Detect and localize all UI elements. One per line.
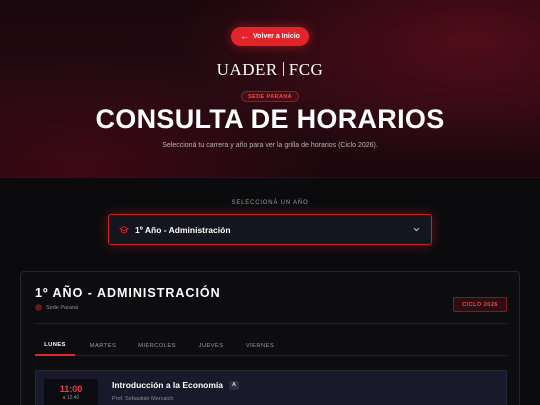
page-subtitle: Seleccioná tu carrera y año para ver la … [162, 142, 378, 149]
ciclo-badge: CICLO 2026 [453, 297, 507, 312]
panel-divider [35, 323, 507, 324]
tab-martes[interactable]: MARTES [83, 335, 123, 356]
panel-sede-label: Sede Paraná [46, 304, 79, 311]
tab-viernes[interactable]: VIERNES [239, 335, 281, 356]
logo-fcg: FCG [288, 60, 324, 79]
uader-fcg-logo: UADER FCG [0, 60, 540, 80]
sede-badge: Sede Paraná [241, 91, 299, 102]
logo-separator [282, 62, 284, 76]
class-professor: Prof. Sebastián Mercaich [112, 396, 174, 402]
back-to-home-button[interactable]: ← Volver a Inicio [231, 27, 309, 46]
class-card[interactable]: 11:00 a 12:40 Introducción a la Economía… [35, 370, 507, 405]
panel-title: 1º AÑO - ADMINISTRACIÓN [35, 286, 221, 300]
hero-header: ← Volver a Inicio UADER FCG Sede Paraná C… [0, 0, 540, 178]
year-select[interactable]: 1º Año - Administración [108, 214, 432, 245]
class-end-time: a 12:40 [62, 395, 80, 401]
panel-sede: Sede Paraná [35, 304, 78, 311]
location-pin-icon [35, 304, 42, 311]
back-button-label: Volver a Inicio [253, 33, 300, 40]
class-name: Introducción a la Economía A [112, 380, 239, 390]
arrow-left-icon: ← [240, 31, 250, 41]
class-start-time: 11:00 [59, 384, 83, 394]
tab-miercoles[interactable]: MIÉRCOLES [131, 335, 183, 356]
comision-badge: A [229, 380, 239, 390]
graduation-cap-icon [119, 225, 129, 233]
day-tabs: LUNES MARTES MIÉRCOLES JUEVES VIERNES [35, 335, 507, 356]
sede-badge-label: Sede Paraná [247, 93, 293, 100]
tab-jueves[interactable]: JUEVES [193, 335, 229, 356]
class-name-label: Introducción a la Economía [112, 380, 223, 390]
year-select-label: SELECCIONÁ UN AÑO [231, 200, 309, 206]
page-title: CONSULTA DE HORARIOS [95, 104, 445, 134]
year-select-value: 1º Año - Administración [135, 224, 231, 235]
chevron-down-icon [413, 227, 420, 232]
schedule-panel: 1º AÑO - ADMINISTRACIÓN Sede Paraná CICL… [20, 271, 520, 405]
class-time: 11:00 a 12:40 [44, 379, 98, 405]
tab-lunes[interactable]: LUNES [35, 335, 75, 356]
logo-uader: UADER [216, 60, 278, 79]
